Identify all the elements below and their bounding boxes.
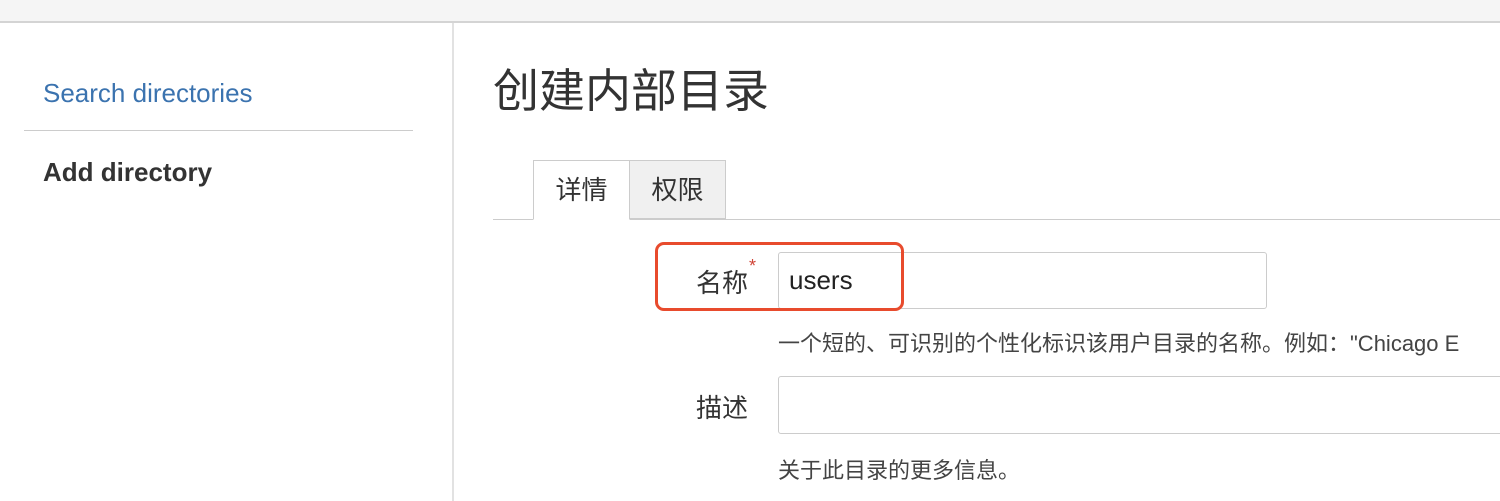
page-title: 创建内部目录 bbox=[493, 65, 769, 117]
required-marker: * bbox=[749, 256, 757, 276]
tab-permissions[interactable]: 权限 bbox=[630, 160, 726, 219]
name-input[interactable] bbox=[778, 252, 1267, 309]
description-help-text: 关于此目录的更多信息。 bbox=[778, 458, 1021, 483]
sidebar-item-add-directory[interactable]: Add directory bbox=[43, 157, 212, 188]
tabs-divider bbox=[493, 219, 1500, 220]
name-field-label: 名称 bbox=[695, 268, 748, 298]
search-directories-link[interactable]: Search directories bbox=[43, 78, 253, 109]
tab-details[interactable]: 详情 bbox=[533, 160, 630, 220]
sidebar-divider bbox=[24, 130, 413, 131]
description-field-label: 描述 bbox=[695, 393, 748, 423]
name-help-text: 一个短的、可识别的个性化标识该用户目录的名称。例如："Chicago E bbox=[778, 331, 1460, 356]
top-bar bbox=[0, 0, 1500, 23]
description-input[interactable] bbox=[778, 376, 1500, 434]
sidebar: Search directories Add directory bbox=[0, 23, 454, 501]
